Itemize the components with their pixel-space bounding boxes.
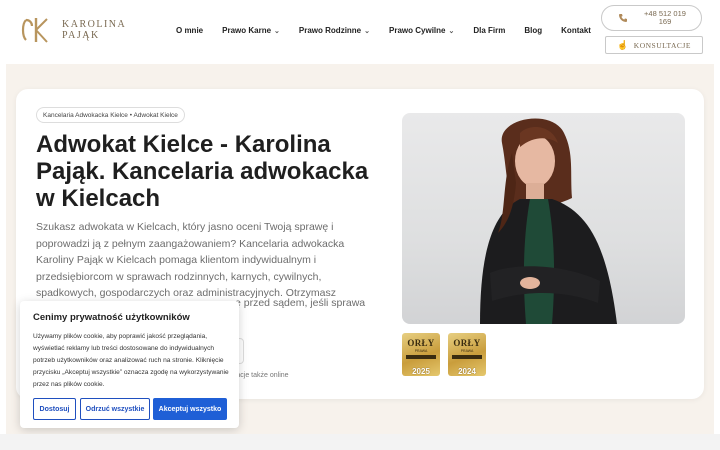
award-badge-2025: ORŁY PRAWA 2025 [402,333,440,376]
nav-dla-firm[interactable]: Dla Firm [473,26,505,35]
main-nav: O mnie Prawo Karne ⌄ Prawo Rodzinne ⌄ Praw… [176,26,610,35]
phone-icon [619,14,627,22]
cookie-consent-dialog: Cenimy prywatność użytkowników Używamy p… [20,301,239,428]
breadcrumb[interactable]: Kancelaria Adwokacka Kielce • Adwokat Ki… [36,107,185,123]
chevron-down-icon: ⌄ [274,27,280,35]
logo-name-line2: PAJĄK [62,30,100,41]
nav-prawo-rodzinne[interactable]: Prawo Rodzinne ⌄ [299,26,370,35]
phone-button[interactable]: +48 512 019 169 [601,5,702,31]
award-badge-2024: ORŁY PRAWA 2024 [448,333,486,376]
cookie-customize-button[interactable]: Dostosuj [33,398,76,420]
hero-description-tail: ę przed sądem, jeśli sprawa [235,297,366,309]
lawyer-portrait-photo [402,113,685,324]
nav-kontakt[interactable]: Kontakt [561,26,591,35]
chevron-down-icon: ⌄ [448,27,455,35]
consultation-button[interactable]: ☝ KONSULTACJE [605,36,703,54]
consultation-label: KONSULTACJE [633,40,691,50]
phone-number: +48 512 019 169 [644,9,686,26]
cookie-accept-button[interactable]: Akceptuj wszystko [153,398,227,420]
site-header: KAROLINA PAJĄK O mnie Prawo Karne ⌄ Prawo… [0,0,720,64]
logo-monogram-icon [21,18,48,43]
logo-name-line1: KAROLINA [62,19,127,30]
nav-prawo-karne[interactable]: Prawo Karne ⌄ [222,26,280,35]
cookie-reject-button[interactable]: Odrzuć wszystkie [80,398,150,420]
nav-prawo-cywilne[interactable]: Prawo Cywilne ⌄ [389,26,454,35]
nav-o-mnie[interactable]: O mnie [176,26,203,35]
cookie-text: Używamy plików cookie, aby poprawić jako… [33,333,229,388]
hand-pointer-icon: ☝ [617,39,629,50]
chevron-down-icon: ⌄ [364,27,371,35]
site-logo[interactable]: KAROLINA PAJĄK [20,14,126,46]
next-section-strip [0,434,720,450]
cookie-title: Cenimy prywatność użytkowników [33,312,190,323]
portrait-illustration [480,118,617,324]
page-title: Adwokat Kielce - Karolina Pająk. Kancela… [36,131,369,212]
nav-blog[interactable]: Blog [524,26,542,35]
